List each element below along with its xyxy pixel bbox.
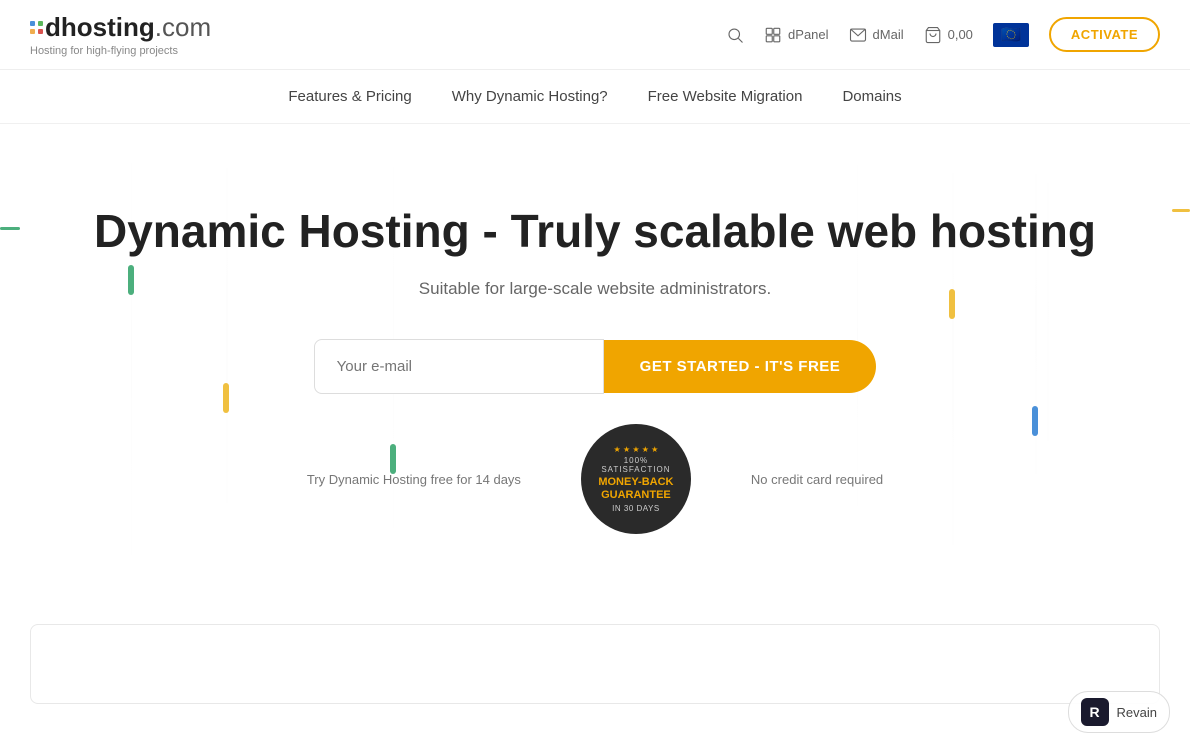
badge-top: 100% SATISFACTION: [591, 456, 681, 474]
dpanel-link[interactable]: dPanel: [764, 26, 828, 44]
activate-button[interactable]: ACTIVATE: [1049, 17, 1160, 52]
eu-flag: 🇪🇺: [993, 23, 1029, 47]
cart-amount: 0,00: [948, 27, 973, 42]
revain-widget[interactable]: R Revain: [1068, 691, 1170, 733]
get-started-button[interactable]: GET STARTED - IT'S FREE: [604, 340, 877, 393]
cart-link[interactable]: 0,00: [924, 26, 973, 44]
bottom-card: [30, 624, 1160, 704]
deco-corner-2: [1172, 209, 1190, 212]
main-nav: Features & Pricing Why Dynamic Hosting? …: [0, 70, 1190, 124]
nav-item-domains[interactable]: Domains: [842, 88, 901, 105]
dpanel-icon: [764, 26, 782, 44]
logo-text: dhosting.com: [45, 12, 211, 43]
nav-item-features[interactable]: Features & Pricing: [288, 88, 411, 105]
dmail-label: dMail: [873, 27, 904, 42]
search-icon: [726, 26, 744, 44]
deco-corner-1: [0, 227, 20, 230]
logo-tagline: Hosting for high-flying projects: [30, 45, 211, 57]
badge-main: MONEY-BACK GUARANTEE: [591, 476, 681, 502]
header: dhosting.com Hosting for high-flying pro…: [0, 0, 1190, 70]
hero-section: Dynamic Hosting - Truly scalable web hos…: [0, 124, 1190, 594]
logo-icon: [30, 21, 43, 34]
hero-title: Dynamic Hosting - Truly scalable web hos…: [30, 204, 1160, 259]
trust-right: No credit card required: [751, 472, 883, 487]
search-link[interactable]: [726, 26, 744, 44]
cta-form: GET STARTED - IT'S FREE: [30, 339, 1160, 394]
badge-stars: ★ ★ ★ ★ ★: [614, 445, 659, 454]
nav-item-migration[interactable]: Free Website Migration: [648, 88, 803, 105]
trust-left: Try Dynamic Hosting free for 14 days: [307, 472, 521, 487]
money-back-badge: ★ ★ ★ ★ ★ 100% SATISFACTION MONEY-BACK G…: [581, 424, 691, 534]
dpanel-label: dPanel: [788, 27, 828, 42]
logo-com: .com: [155, 12, 211, 42]
dmail-link[interactable]: dMail: [849, 26, 904, 44]
revain-label: Revain: [1117, 705, 1157, 720]
email-input[interactable]: [314, 339, 604, 394]
bottom-section: [0, 594, 1190, 734]
dmail-icon: [849, 26, 867, 44]
header-right: dPanel dMail 0,00 🇪🇺 ACTIVATE: [726, 17, 1160, 52]
badge-bottom: IN 30 DAYS: [612, 504, 660, 513]
logo-area: dhosting.com Hosting for high-flying pro…: [30, 12, 211, 57]
hero-subtitle: Suitable for large-scale website adminis…: [30, 279, 1160, 299]
trust-bar: Try Dynamic Hosting free for 14 days ★ ★…: [30, 424, 1160, 534]
logo-hosting: hosting: [61, 12, 155, 42]
revain-icon: R: [1081, 698, 1109, 726]
cart-icon: [924, 26, 942, 44]
logo-link[interactable]: dhosting.com: [30, 12, 211, 43]
nav-item-why[interactable]: Why Dynamic Hosting?: [452, 88, 608, 105]
